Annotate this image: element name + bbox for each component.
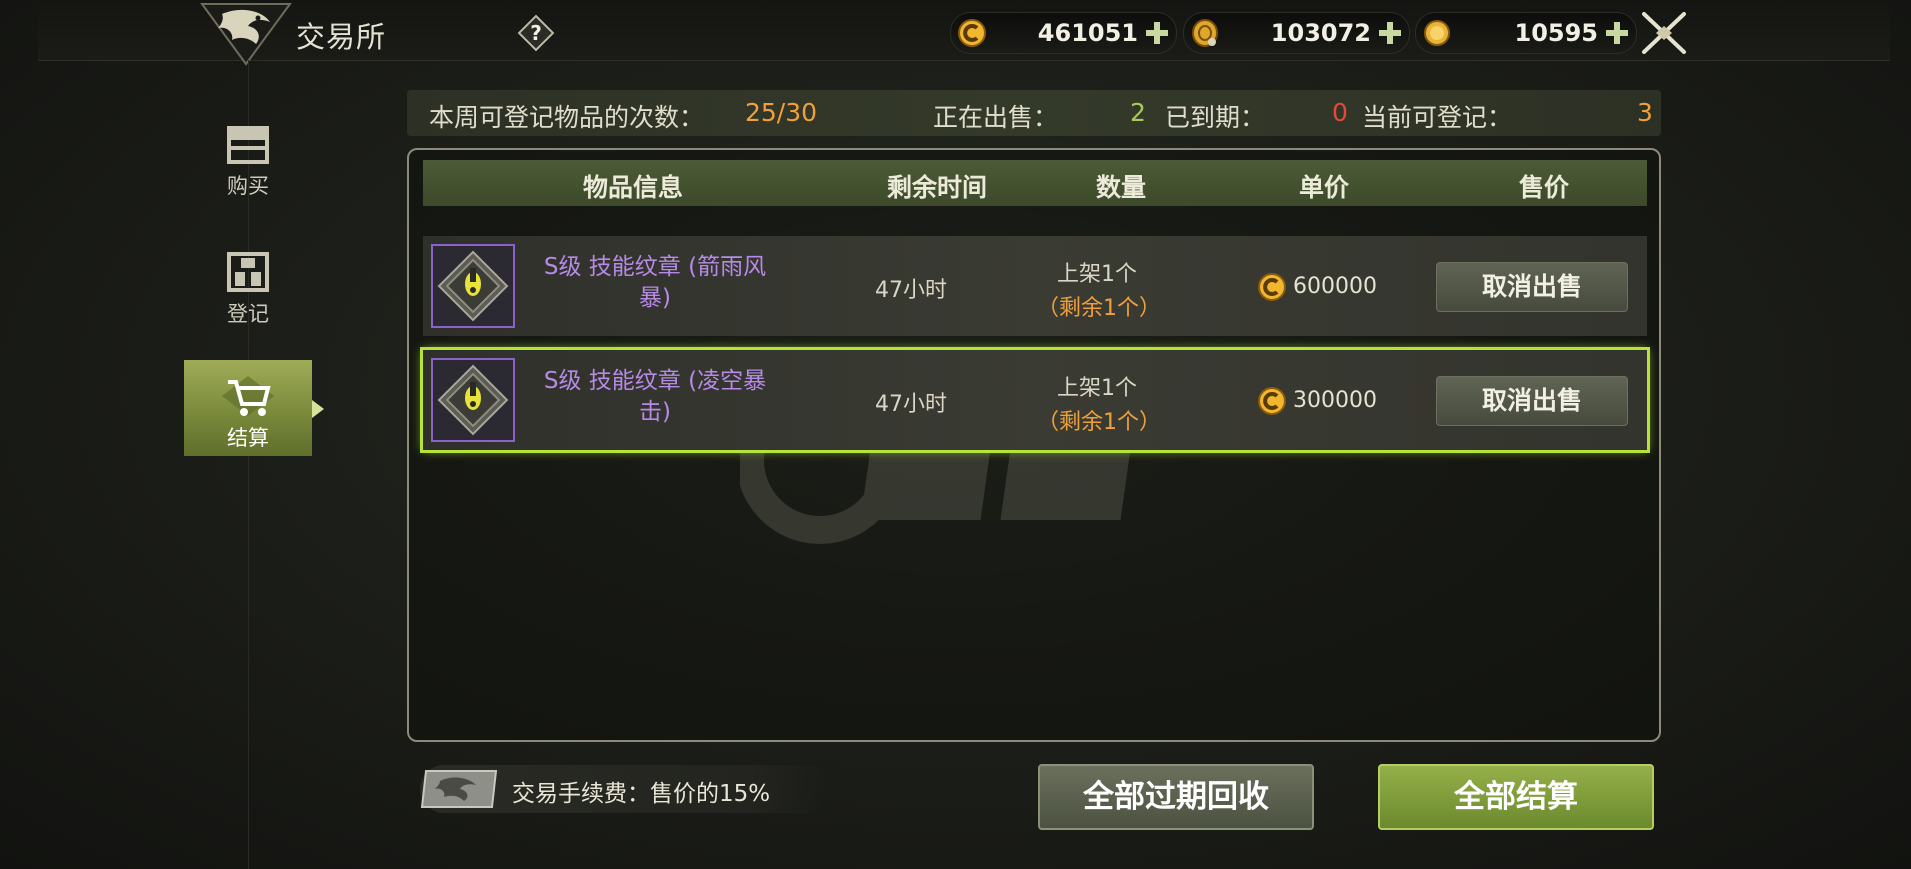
shop-icon <box>227 126 269 164</box>
column-unit-price: 单价 <box>1299 173 1350 202</box>
register-icon <box>227 252 269 292</box>
column-quantity: 数量 <box>1096 173 1147 202</box>
remaining-time: 47小时 <box>875 392 947 417</box>
item-name: S级 技能纹章 (凌空暴击) <box>543 368 767 425</box>
dragon-badge-icon <box>420 770 498 808</box>
expired-label: 已到期： <box>1165 103 1266 132</box>
listing-stats-bar: 本周可登记物品的次数： 25/30 正在出售： 2 已到期： 0 当前可登记： … <box>407 90 1661 136</box>
fee-info: 交易手续费：售价的15% <box>420 765 830 813</box>
active-indicator-icon <box>312 400 324 418</box>
sidebar-item-label: 结算 <box>227 426 269 450</box>
quantity-listed: 上架1个 <box>1057 262 1137 287</box>
sidebar-item-label: 购买 <box>227 174 269 198</box>
column-remaining-time: 剩余时间 <box>887 173 988 202</box>
currency-medal: 103072 <box>1183 12 1410 54</box>
help-button[interactable]: ? <box>517 14 555 52</box>
sidebar-item-label: 登记 <box>227 302 269 326</box>
sidebar-item-register[interactable]: 登记 <box>184 236 312 346</box>
skill-emblem-icon <box>431 358 515 442</box>
table-row[interactable]: S级 技能纹章 (箭雨风暴) 47小时 上架1个 （剩余1个） 600000 取… <box>423 236 1647 336</box>
quantity-listed: 上架1个 <box>1057 376 1137 401</box>
unit-price: 600000 <box>1293 274 1377 299</box>
add-medal-button[interactable] <box>1376 19 1404 47</box>
expired-value: 0 <box>1332 98 1348 127</box>
currency-gem: 10595 <box>1415 12 1637 54</box>
gold-coin-icon <box>958 19 986 47</box>
quantity-remaining: （剩余1个） <box>1037 410 1161 435</box>
weekly-count-label: 本周可登记物品的次数： <box>429 103 705 132</box>
medal-amount: 103072 <box>1270 19 1371 47</box>
currency-gold: 461051 <box>950 12 1177 54</box>
available-value: 3 <box>1637 98 1653 127</box>
dragon-emblem-icon <box>200 2 292 66</box>
recycle-all-expired-button[interactable]: 全部过期回收 <box>1038 764 1314 830</box>
medal-coin-icon <box>1192 19 1218 47</box>
quantity-remaining: （剩余1个） <box>1037 296 1161 321</box>
gem-coin-icon <box>1424 20 1450 46</box>
cancel-sale-button[interactable]: 取消出售 <box>1436 262 1628 312</box>
column-sale-price: 售价 <box>1519 173 1570 202</box>
skill-emblem-icon <box>431 244 515 328</box>
selling-label: 正在出售： <box>933 103 1059 132</box>
sidebar-item-buy[interactable]: 购买 <box>184 108 312 218</box>
gold-amount: 461051 <box>1037 19 1138 47</box>
page-title: 交易所 <box>296 20 387 54</box>
add-gem-button[interactable] <box>1603 19 1631 47</box>
sidebar-item-settle[interactable]: 结算 <box>184 360 312 456</box>
gem-amount: 10595 <box>1514 19 1599 47</box>
settle-all-button[interactable]: 全部结算 <box>1378 764 1654 830</box>
fee-text: 交易手续费：售价的15% <box>512 781 771 807</box>
column-item-info: 物品信息 <box>583 173 684 202</box>
svg-text:?: ? <box>530 21 542 45</box>
table-row[interactable]: S级 技能纹章 (凌空暴击) 47小时 上架1个 （剩余1个） 300000 取… <box>420 347 1650 453</box>
unit-price: 300000 <box>1293 388 1377 413</box>
cancel-sale-button[interactable]: 取消出售 <box>1436 376 1628 426</box>
help-icon: ? <box>517 14 555 52</box>
gold-coin-icon <box>1258 273 1286 301</box>
add-gold-button[interactable] <box>1143 19 1171 47</box>
cart-icon <box>222 376 274 416</box>
selling-value: 2 <box>1130 98 1146 127</box>
gold-coin-icon <box>1258 387 1286 415</box>
available-label: 当前可登记： <box>1362 103 1513 132</box>
table-header: 物品信息 剩余时间 数量 单价 售价 <box>423 160 1647 206</box>
weekly-count-value: 25/30 <box>745 98 818 127</box>
remaining-time: 47小时 <box>875 278 947 303</box>
close-icon[interactable] <box>1638 8 1690 58</box>
item-name: S级 技能纹章 (箭雨风暴) <box>543 254 767 311</box>
